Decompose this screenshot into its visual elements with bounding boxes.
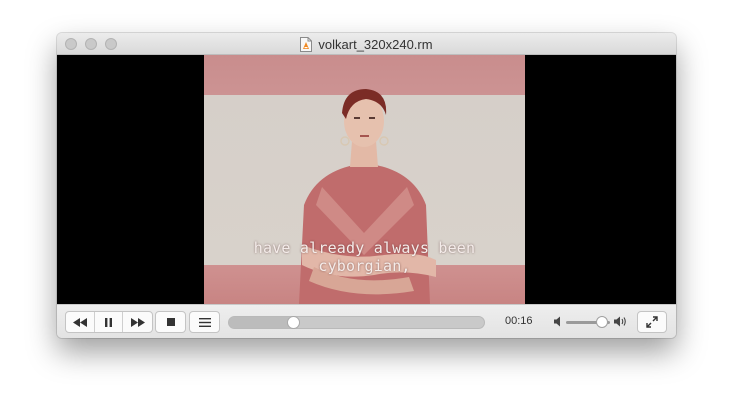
- window-title-container: volkart_320x240.rm: [57, 33, 676, 55]
- rewind-icon: [72, 317, 87, 327]
- video-frame: have already always been cyborgian,: [204, 55, 525, 304]
- video-area[interactable]: have already always been cyborgian,: [57, 55, 676, 304]
- transport-button-group: [65, 311, 153, 333]
- playlist-icon: [198, 317, 211, 327]
- fullscreen-icon: [646, 316, 658, 328]
- fast-forward-icon: [130, 317, 145, 327]
- media-file-icon: [300, 36, 313, 52]
- window-title: volkart_320x240.rm: [318, 36, 433, 52]
- volume-slider[interactable]: [566, 316, 610, 328]
- rewind-button[interactable]: [66, 312, 95, 332]
- volume-knob[interactable]: [596, 316, 609, 328]
- playback-time: 00:16: [505, 315, 533, 327]
- stop-button[interactable]: [155, 311, 186, 333]
- seek-knob[interactable]: [286, 316, 300, 329]
- video-subtitle: have already always been cyborgian,: [253, 239, 476, 275]
- playlist-button[interactable]: [189, 311, 220, 333]
- seek-progress: [229, 317, 293, 328]
- volume-max-icon[interactable]: [614, 316, 627, 327]
- stop-icon: [166, 318, 175, 326]
- seek-bar[interactable]: [228, 316, 485, 329]
- control-bar: 00:16: [57, 304, 676, 338]
- pause-icon: [105, 317, 112, 327]
- fast-forward-button[interactable]: [123, 312, 152, 332]
- player-window: volkart_320x240.rm have already always b…: [57, 33, 676, 338]
- fullscreen-button[interactable]: [637, 311, 667, 333]
- title-bar[interactable]: volkart_320x240.rm: [57, 33, 676, 55]
- pause-button[interactable]: [95, 312, 124, 332]
- volume-min-icon[interactable]: [554, 316, 562, 327]
